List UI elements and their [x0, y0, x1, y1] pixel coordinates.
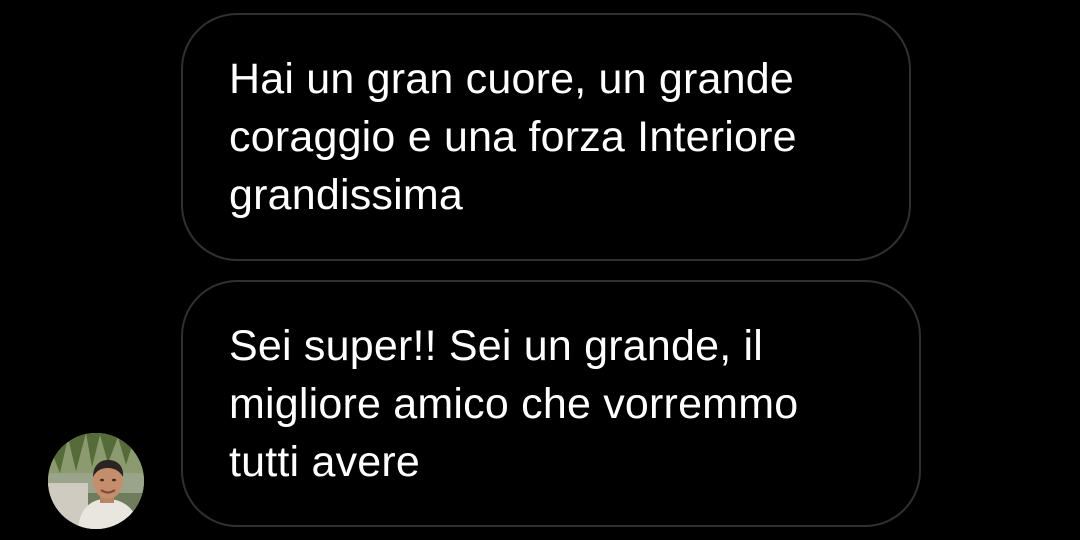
user-avatar-photo-icon [48, 433, 144, 529]
message-bubble[interactable]: Sei super!! Sei un grande, il migliore a… [181, 280, 921, 527]
chat-thread: Hai un gran cuore, un grande coraggio e … [0, 0, 1080, 540]
message-text: Sei super!! Sei un grande, il migliore a… [229, 321, 799, 486]
message-bubble[interactable]: Hai un gran cuore, un grande coraggio e … [181, 13, 911, 261]
sender-avatar[interactable] [48, 433, 144, 529]
message-text: Hai un gran cuore, un grande coraggio e … [229, 55, 797, 219]
